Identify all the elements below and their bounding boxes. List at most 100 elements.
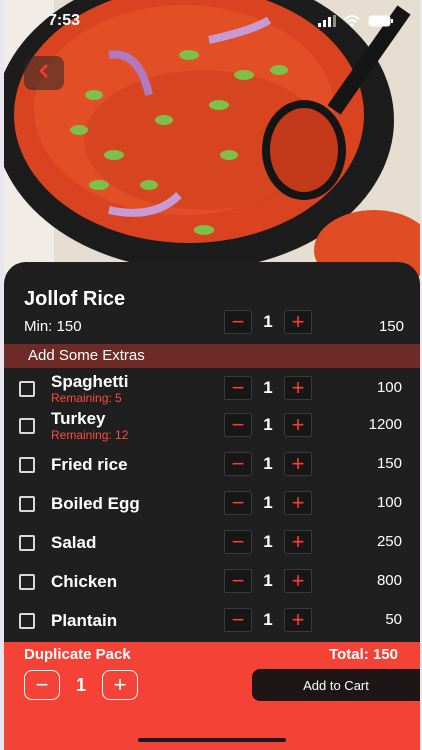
extra-quantity: 1 [263,378,273,397]
extra-price: 50 [385,611,402,628]
extra-row-chicken: Chicken − 1 + 800 [4,565,420,603]
extra-quantity: 1 [263,610,273,629]
decrease-button[interactable]: − [224,491,252,515]
duplicate-pack-label: Duplicate Pack [24,646,131,663]
extra-quantity-stepper: − 1 + [224,452,312,476]
extra-checkbox[interactable] [19,457,35,473]
minus-icon: − [231,490,245,515]
status-icons [318,14,394,32]
minus-icon: − [231,375,245,400]
increase-button[interactable]: + [284,491,312,515]
minus-icon: − [231,568,245,593]
minus-icon: − [35,672,49,697]
extra-name: Boiled Egg [51,494,140,513]
back-button[interactable] [24,56,64,90]
status-bar: 7:53 [4,0,420,40]
plus-icon: + [291,490,305,515]
decrease-button[interactable]: − [224,310,252,334]
dish-title: Jollof Rice [24,288,126,310]
extra-name: Fried rice [51,455,128,474]
decrease-button[interactable]: − [224,452,252,476]
min-label: Min: 150 [24,318,82,335]
extra-quantity-stepper: − 1 + [224,376,312,400]
total-label: Total: 150 [329,646,398,663]
extra-price: 100 [376,494,402,511]
extra-checkbox[interactable] [19,613,35,629]
home-indicator [138,738,286,742]
plus-icon: + [291,607,305,632]
increase-button[interactable]: + [284,530,312,554]
extra-name: Spaghetti [51,372,129,391]
extras-header: Add Some Extras [4,344,420,368]
extra-price: 250 [376,533,402,550]
decrease-button[interactable]: − [224,608,252,632]
wifi-icon [344,14,360,32]
signal-icon [318,14,336,32]
extra-row-turkey: Turkey Remaining: 12 − 1 + 1200 [4,409,420,447]
decrease-button[interactable]: − [224,413,252,437]
extra-row-salad: Salad − 1 + 250 [4,526,420,564]
dish-photo [4,0,420,290]
increase-button[interactable]: + [284,376,312,400]
minus-icon: − [231,451,245,476]
extra-checkbox[interactable] [19,535,35,551]
extra-price: 800 [376,572,402,589]
app-screen: 7:53 Jollof Rice Min: 150 − 1 + 150 Add … [4,0,420,750]
extra-checkbox[interactable] [19,381,35,397]
extra-checkbox[interactable] [19,496,35,512]
increase-button[interactable]: + [284,413,312,437]
extra-quantity: 1 [263,493,273,512]
extra-remaining: Remaining: 5 [51,391,122,405]
extra-checkbox[interactable] [19,418,35,434]
extra-row-boiled-egg: Boiled Egg − 1 + 100 [4,487,420,525]
increase-button[interactable]: + [284,569,312,593]
pack-decrease-button[interactable]: − [24,670,60,700]
plus-icon: + [291,451,305,476]
battery-icon [368,14,394,32]
extra-quantity: 1 [263,571,273,590]
extra-name: Turkey [51,409,106,428]
extra-quantity-stepper: − 1 + [224,413,312,437]
pack-increase-button[interactable]: + [102,670,138,700]
minus-icon: − [231,412,245,437]
minus-icon: − [231,529,245,554]
decrease-button[interactable]: − [224,530,252,554]
details-sheet: Jollof Rice Min: 150 − 1 + 150 Add Some … [4,262,420,642]
pack-quantity: 1 [75,674,86,695]
decrease-button[interactable]: − [224,569,252,593]
extra-row-plantain: Plantain − 1 + 50 [4,604,420,642]
plus-icon: + [291,375,305,400]
extra-quantity-stepper: − 1 + [224,491,312,515]
minus-icon: − [231,309,245,334]
plus-icon: + [291,568,305,593]
increase-button[interactable]: + [284,608,312,632]
extra-price: 150 [376,455,402,472]
extra-name: Plantain [51,611,118,630]
extra-quantity: 1 [263,532,273,551]
extra-name: Salad [51,533,97,552]
extra-checkbox[interactable] [19,574,35,590]
extra-quantity: 1 [263,454,273,473]
increase-button[interactable]: + [284,310,312,334]
add-to-cart-button[interactable]: Add to Cart [252,669,420,701]
extra-remaining: Remaining: 12 [51,428,129,442]
extra-price: 100 [376,379,402,396]
increase-button[interactable]: + [284,452,312,476]
plus-icon: + [113,672,127,697]
main-price: 150 [378,318,404,335]
main-quantity-stepper: − 1 + [224,310,312,334]
extra-quantity-stepper: − 1 + [224,569,312,593]
plus-icon: + [291,412,305,437]
extra-quantity-stepper: − 1 + [224,530,312,554]
extra-quantity: 1 [263,415,273,434]
order-footer: Duplicate Pack Total: 150 − 1 + Add to C… [4,642,420,750]
pack-quantity-stepper: − 1 + [24,670,138,700]
status-time: 7:53 [48,12,81,29]
decrease-button[interactable]: − [224,376,252,400]
chevron-left-icon [37,63,51,84]
extra-price: 1200 [368,416,402,433]
plus-icon: + [291,529,305,554]
extra-row-spaghetti: Spaghetti Remaining: 5 − 1 + 100 [4,370,420,408]
extra-row-fried-rice: Fried rice − 1 + 150 [4,448,420,486]
extra-quantity-stepper: − 1 + [224,608,312,632]
